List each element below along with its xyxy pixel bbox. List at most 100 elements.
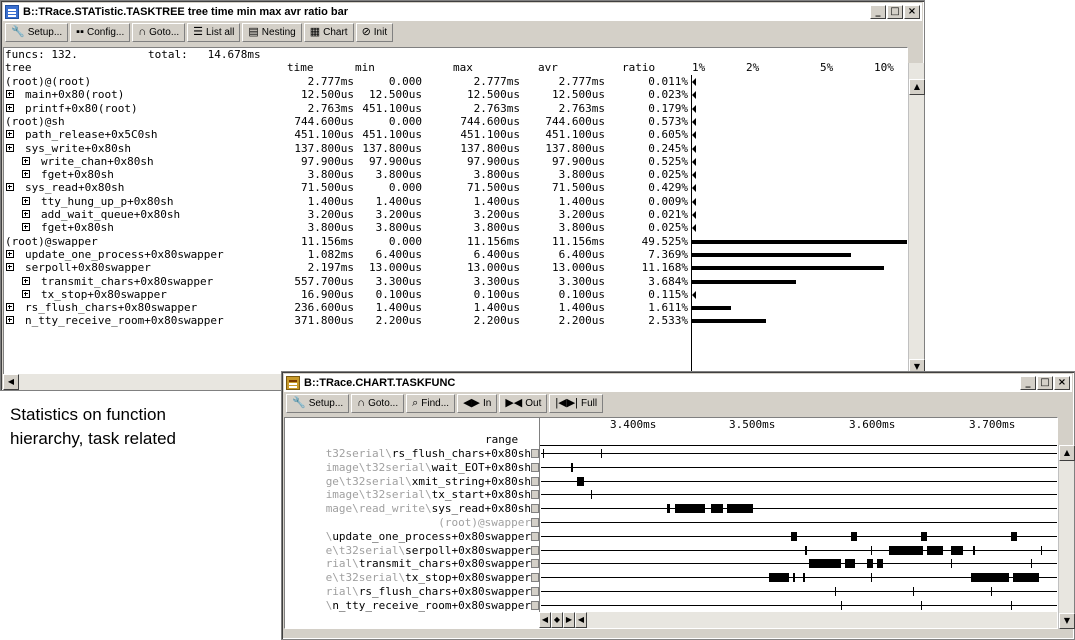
tree-expand-icon[interactable] xyxy=(6,249,14,258)
tree-expand-icon[interactable] xyxy=(6,130,14,139)
table-row[interactable]: write_chan+0x80sh 97.900us 97.900us 97.900u… xyxy=(4,155,907,168)
nesting-button[interactable]: ▤ Nesting xyxy=(242,23,302,42)
tree-expand-icon[interactable] xyxy=(22,156,30,165)
col-tree[interactable]: tree xyxy=(5,61,32,74)
chart-row[interactable]: (root)@swapper xyxy=(285,516,1057,529)
row-expand-icon[interactable] xyxy=(531,559,539,569)
chart-row[interactable]: mage\read_write\sys_read+0x80sh xyxy=(285,502,1057,515)
table-row[interactable]: fget+0x80sh 3.800us 3.800us 3.800us 3.800us 0… xyxy=(4,221,907,234)
tree-expand-icon[interactable] xyxy=(22,210,30,218)
minimize-icon[interactable]: _ xyxy=(1020,376,1036,390)
chart-hscrollbar[interactable]: ◀ ◆ ▶ ◀ xyxy=(539,612,1057,628)
goto-button[interactable]: ∩ Goto... xyxy=(351,394,405,413)
chart-scroll-first-icon[interactable]: ◀ xyxy=(539,612,551,628)
col-avr[interactable]: avr xyxy=(538,61,558,74)
chart-row[interactable]: rial\rs_flush_chars+0x80swapper xyxy=(285,585,1057,598)
row-expand-icon[interactable] xyxy=(531,449,539,458)
chart-lane xyxy=(541,557,1057,570)
table-row[interactable]: sys_write+0x80sh 137.800us 137.800us 137.80… xyxy=(4,142,907,155)
col-ratio[interactable]: ratio xyxy=(622,61,656,74)
table-row[interactable]: main+0x80(root) 12.500us 12.500us 12.500us 1… xyxy=(4,88,907,101)
chart-row[interactable]: \update_one_process+0x80swapper xyxy=(285,530,1057,543)
close-icon[interactable]: × xyxy=(904,5,920,19)
tree-expand-icon[interactable] xyxy=(22,170,30,179)
table-row[interactable]: sys_read+0x80sh 71.500us 0.000 71.500us 71.5… xyxy=(4,181,907,194)
table-row[interactable]: n_tty_receive_room+0x80swapper 371.800us 2… xyxy=(4,314,907,327)
zoom-in-button[interactable]: ◀▶ In xyxy=(457,394,498,413)
chart-row[interactable]: ge\t32serial\xmit_string+0x80sh xyxy=(285,475,1057,488)
tree-expand-icon[interactable] xyxy=(22,196,30,205)
tree-expand-icon[interactable] xyxy=(6,143,14,152)
setup-button[interactable]: 🔧 Setup... xyxy=(286,394,350,413)
setup-button[interactable]: 🔧 Setup... xyxy=(5,23,69,42)
chart-scroll-prev-icon[interactable]: ◆ xyxy=(551,612,563,628)
row-expand-icon[interactable] xyxy=(531,476,539,486)
table-row[interactable]: printf+0x80(root) 2.763ms 451.100us 2.763ms… xyxy=(4,102,907,115)
row-expand-icon[interactable] xyxy=(531,587,539,596)
maximize-icon[interactable]: □ xyxy=(887,5,903,19)
table-row[interactable]: tty_hung_up_p+0x80sh 1.400us 1.400us 1.400u… xyxy=(4,195,907,208)
row-expand-icon[interactable] xyxy=(531,600,539,610)
chart-button[interactable]: ▦ Chart xyxy=(303,23,354,42)
chart-vscrollbar[interactable]: ▲ ▼ xyxy=(1058,445,1075,629)
chart-scroll-up-icon[interactable]: ▲ xyxy=(1059,445,1075,461)
chart-scroll-next-icon[interactable]: ▶ xyxy=(563,612,575,628)
row-expand-icon[interactable] xyxy=(531,490,539,500)
row-expand-icon[interactable] xyxy=(531,545,539,555)
chart-row[interactable]: image\t32serial\wait_EOT+0x80sh xyxy=(285,461,1057,474)
chart-scroll-left-icon[interactable]: ◀ xyxy=(575,612,587,628)
chart-row[interactable]: rial\transmit_chars+0x80swapper xyxy=(285,557,1057,570)
tree-expand-icon[interactable] xyxy=(6,103,14,112)
activity-segment xyxy=(727,504,753,514)
row-expand-icon[interactable] xyxy=(531,573,539,583)
row-expand-icon[interactable] xyxy=(531,462,539,472)
statistic-hscrollbar[interactable]: ◀ xyxy=(3,374,283,390)
table-row[interactable]: (root)@swapper 11.156ms 0.000 11.156ms 11.15… xyxy=(4,235,907,248)
table-row[interactable]: (root)@sh 744.600us 0.000 744.600us 744.600u… xyxy=(4,115,907,128)
col-max[interactable]: max xyxy=(453,61,473,74)
scroll-up-icon[interactable]: ▲ xyxy=(909,79,925,95)
list-all-button[interactable]: ☰ List all xyxy=(187,23,241,42)
close-icon[interactable]: × xyxy=(1054,376,1070,390)
scroll-left-icon[interactable]: ◀ xyxy=(3,374,19,390)
config-button[interactable]: ▪▪ Config... xyxy=(70,23,131,42)
table-row[interactable]: add_wait_queue+0x80sh 3.200us 3.200us 3.200… xyxy=(4,208,907,221)
tree-expand-icon[interactable] xyxy=(22,276,30,285)
chart-row[interactable]: e\t32serial\serpoll+0x80swapper xyxy=(285,544,1057,557)
table-row[interactable]: serpoll+0x80swapper 2.197ms 13.000us 13.000… xyxy=(4,261,907,274)
chart-row[interactable]: t32serial\rs_flush_chars+0x80sh xyxy=(285,447,1057,460)
row-expand-icon[interactable] xyxy=(531,531,539,541)
tree-expand-icon[interactable] xyxy=(6,303,14,312)
row-expand-icon[interactable] xyxy=(531,504,539,514)
table-row[interactable]: transmit_chars+0x80swapper 557.700us 3.300… xyxy=(4,275,907,288)
chart-row[interactable]: image\t32serial\tx_start+0x80sh xyxy=(285,488,1057,501)
statistic-titlebar[interactable]: B::TRace.STATistic.TASKTREE tree time mi… xyxy=(3,3,922,21)
statistic-vscrollbar[interactable]: ▲ ▼ xyxy=(908,63,925,376)
table-row[interactable]: rs_flush_chars+0x80swapper 236.600us 1.400… xyxy=(4,301,907,314)
goto-button[interactable]: ∩ Goto... xyxy=(132,23,186,42)
chart-titlebar[interactable]: B::TRace.CHART.TASKFUNC _ □ × xyxy=(284,374,1072,392)
tree-expand-icon[interactable] xyxy=(22,223,30,232)
tree-expand-icon[interactable] xyxy=(6,316,14,325)
col-min[interactable]: min xyxy=(355,61,375,74)
find-button[interactable]: ⌕ Find... xyxy=(406,394,456,413)
maximize-icon[interactable]: □ xyxy=(1037,376,1053,390)
table-row[interactable]: (root)@(root) 2.777ms 0.000 2.777ms 2.777ms 0… xyxy=(4,75,907,88)
table-row[interactable]: tx_stop+0x80swapper 16.900us 0.100us 0.100u… xyxy=(4,288,907,301)
tree-expand-icon[interactable] xyxy=(6,263,14,272)
table-row[interactable]: path_release+0x5C0sh 451.100us 451.100us 45… xyxy=(4,128,907,141)
zoom-full-button[interactable]: |◀▶| Full xyxy=(549,394,604,413)
chart-row[interactable]: e\t32serial\tx_stop+0x80swapper xyxy=(285,571,1057,584)
table-row[interactable]: fget+0x80sh 3.800us 3.800us 3.800us 3.800us 0… xyxy=(4,168,907,181)
tree-expand-icon[interactable] xyxy=(6,90,14,99)
init-button[interactable]: ⊘ Init xyxy=(355,23,394,42)
table-row[interactable]: update_one_process+0x80swapper 1.082ms 6.4… xyxy=(4,248,907,261)
tree-expand-icon[interactable] xyxy=(6,183,14,192)
minimize-icon[interactable]: _ xyxy=(870,5,886,19)
chart-row[interactable]: \n_tty_receive_room+0x80swapper xyxy=(285,599,1057,612)
row-expand-icon[interactable] xyxy=(531,518,539,527)
col-time[interactable]: time xyxy=(287,61,314,74)
tree-expand-icon[interactable] xyxy=(22,289,30,298)
zoom-out-button[interactable]: ▶◀ Out xyxy=(499,394,548,413)
chart-scroll-down-icon[interactable]: ▼ xyxy=(1059,613,1075,629)
